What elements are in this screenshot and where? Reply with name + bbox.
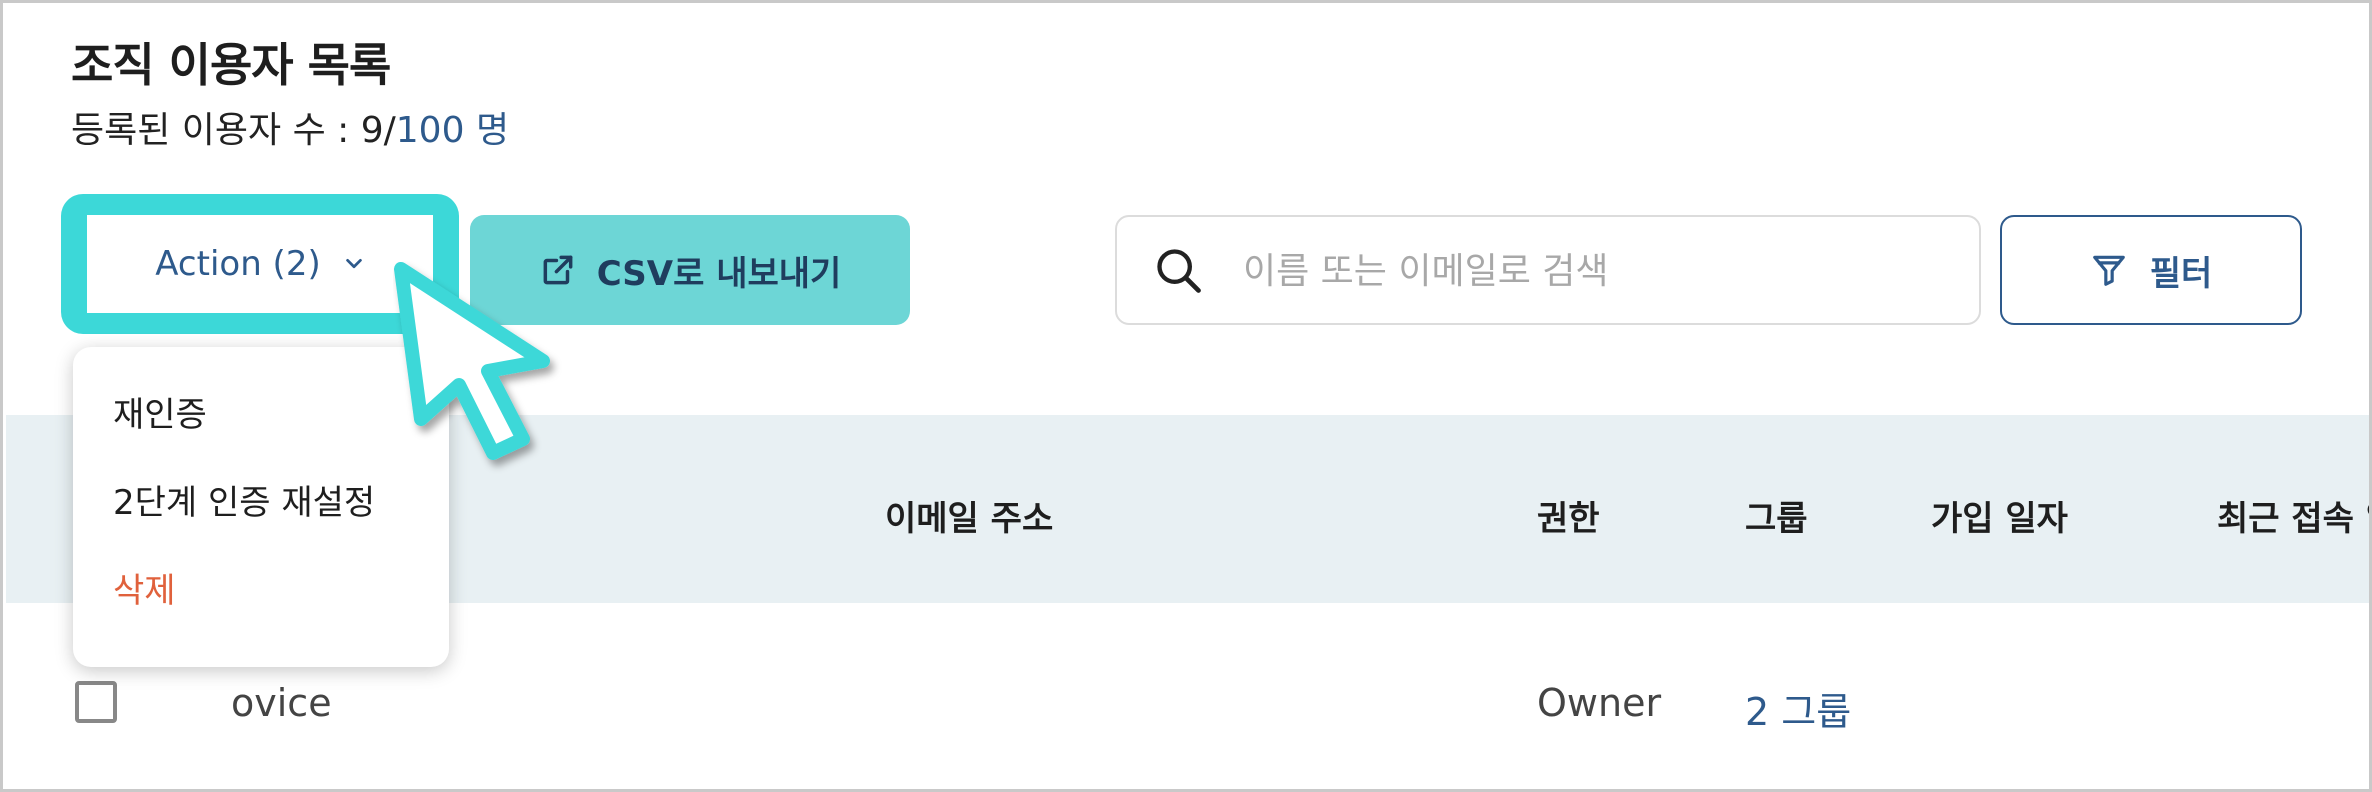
filter-label: 필터 <box>2149 253 2213 294</box>
row-role: Owner <box>1537 681 1662 725</box>
search-icon <box>1157 249 1201 293</box>
user-count-label: 등록된 이용자 수 : 9/ <box>71 110 396 151</box>
cursor-pointer-icon <box>394 262 550 460</box>
search-box <box>1115 215 1981 325</box>
column-header-last-access[interactable]: 최근 접속 일 <box>2217 491 2369 540</box>
user-count: 등록된 이용자 수 : 9/100 명 <box>71 101 509 153</box>
menu-item-reauth[interactable]: 재인증 <box>113 387 207 436</box>
column-header-email[interactable]: 이메일 주소 <box>885 491 1053 540</box>
action-button[interactable]: Action (2) <box>87 215 433 313</box>
action-button-label: Action (2) <box>155 244 321 284</box>
filter-icon <box>2092 255 2125 286</box>
app-frame: 조직 이용자 목록 등록된 이용자 수 : 9/100 명 Action (2)… <box>0 0 2372 792</box>
row-checkbox[interactable] <box>75 681 117 723</box>
column-header-group[interactable]: 그룹 <box>1745 491 1808 540</box>
column-header-role[interactable]: 권한 <box>1537 491 1600 540</box>
menu-item-delete[interactable]: 삭제 <box>113 563 176 612</box>
csv-export-label: CSV로 내보내기 <box>596 253 842 294</box>
user-count-limit: 100 명 <box>395 110 510 151</box>
page-title: 조직 이용자 목록 <box>71 38 391 92</box>
menu-item-reset-2fa[interactable]: 2단계 인증 재설정 <box>113 475 375 524</box>
row-name: ovice <box>231 681 332 725</box>
filter-button[interactable]: 필터 <box>2000 215 2302 325</box>
search-input[interactable] <box>1241 237 1945 305</box>
column-header-join-date[interactable]: 가입 일자 <box>1931 491 2068 540</box>
chevron-down-icon <box>345 258 362 269</box>
row-groups-link[interactable]: 2 그룹 <box>1745 681 1851 736</box>
